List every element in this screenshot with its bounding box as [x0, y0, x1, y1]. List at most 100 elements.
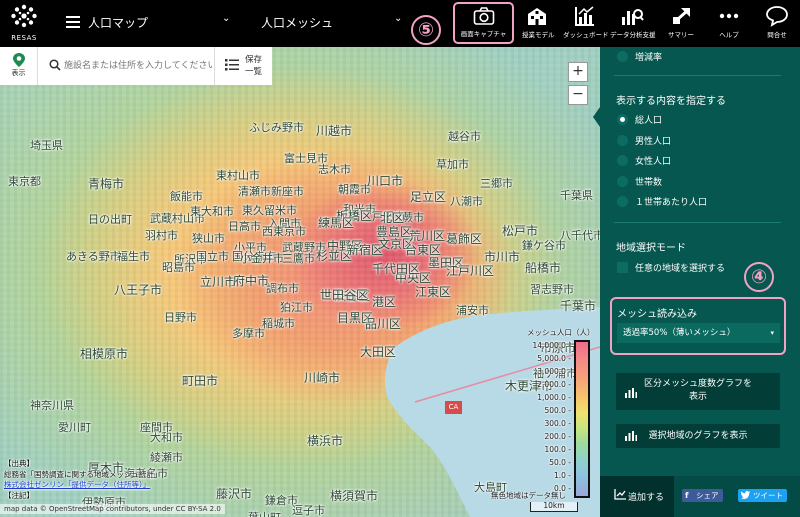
tool-label: ダッシュボード: [563, 31, 609, 39]
map-label: 福生市: [117, 250, 150, 263]
map-label: 世田谷区: [320, 288, 369, 302]
population-mesh-map[interactable]: 飯能市 入間市 狭山市 日高市 所沢市 ふじみ野市 川越市 富士見市 志木市 新…: [0, 47, 600, 517]
annotation-number-4: ④: [744, 262, 774, 292]
map-label: 千代田区: [372, 262, 421, 276]
source-census: 総務省「国勢調査に関する地域メッシュ統計」: [4, 469, 162, 479]
map-label: 日の出町: [88, 213, 132, 226]
mesh-load-title: メッシュ読み込み: [617, 309, 697, 320]
map-label: 千葉市: [560, 299, 597, 313]
legend-value: 2,000.0 -: [537, 380, 571, 389]
map-label: 国立市: [196, 250, 229, 263]
map-label: 羽村市: [145, 229, 178, 242]
twitter-tweet-button[interactable]: ツイート: [738, 489, 787, 502]
tokyo-bay-water: [384, 307, 600, 517]
camera-icon: [473, 7, 494, 25]
facebook-icon: f: [685, 491, 689, 500]
show-location-button[interactable]: 表示: [0, 47, 38, 85]
radio-label: 総人口: [635, 116, 663, 126]
chevron-down-icon[interactable]: ⌄: [394, 13, 402, 24]
chevron-down-icon: ▾: [770, 329, 774, 337]
checkbox-box: [617, 262, 628, 273]
radio-dot: [617, 135, 628, 146]
tool-screen-capture[interactable]: 画面キャプチャ: [453, 2, 514, 44]
chat-bubble-icon: [766, 6, 788, 27]
logo-text: RESAS: [11, 34, 37, 42]
map-label: 埼玉県: [30, 139, 63, 152]
map-control-bar: 表示 保存 一覧: [0, 47, 272, 85]
show-frequency-graph-button[interactable]: 区分メッシュ度数グラフを 表示: [616, 373, 780, 410]
map-label: 日野市: [164, 311, 197, 324]
resas-logo[interactable]: RESAS: [8, 3, 40, 43]
tool-label: 授業モデル: [522, 31, 555, 39]
map-label: 座間市: [140, 421, 173, 434]
map-label: 町田市: [182, 374, 219, 388]
tool-label: サマリー: [668, 31, 694, 39]
map-label: 府中市: [233, 274, 270, 288]
legend-value: 1.0 -: [553, 471, 571, 480]
chevron-down-icon[interactable]: ⌄: [222, 13, 230, 24]
save-label-line2: 一覧: [245, 67, 263, 77]
map-label: あきる野市: [66, 250, 121, 263]
legend-value: 50.0 -: [549, 458, 571, 467]
map-label: 日高市: [228, 220, 261, 233]
map-label: 愛川町: [58, 421, 91, 434]
display-content-heading: 表示する内容を指定する: [616, 96, 726, 107]
map-label: 葉山町: [248, 509, 281, 517]
map-label: 飯能市: [170, 190, 203, 203]
checkbox-label: 任意の地域を選択する: [635, 264, 726, 274]
tool-help[interactable]: ヘルプ: [714, 3, 744, 45]
add-graph-button[interactable]: 追加する: [600, 476, 674, 517]
road-shield-badge: CA: [445, 401, 462, 414]
map-label: 志木市: [318, 163, 351, 176]
map-label: 青梅市: [88, 177, 125, 191]
data-source-notes: 【出典】 総務省「国勢調査に関する地域メッシュ統計」 株式会社ゼンリン「提供デー…: [4, 459, 162, 501]
radio-label: 増減率: [635, 53, 663, 63]
map-label: 船橋市: [525, 261, 562, 275]
zoom-in-button[interactable]: +: [568, 62, 588, 82]
logo-mark-icon: [11, 4, 37, 28]
zoom-out-button[interactable]: −: [568, 85, 588, 105]
save-list-button[interactable]: 保存 一覧: [215, 47, 272, 85]
map-label: 三郷市: [480, 177, 513, 190]
map-label: 立川市: [200, 275, 237, 289]
search-box[interactable]: [38, 47, 215, 85]
menu-secondary[interactable]: 人口メッシュ: [261, 14, 333, 31]
tool-data-analysis[interactable]: データ分析支援: [610, 3, 656, 45]
map-label: 千葉県: [560, 189, 593, 202]
tool-label: データ分析支援: [610, 31, 656, 39]
map-label: 草加市: [436, 158, 469, 171]
search-input[interactable]: [64, 56, 212, 76]
tool-dashboard[interactable]: ダッシュボード: [563, 3, 609, 45]
tool-lesson-model[interactable]: 授業モデル: [522, 3, 555, 45]
tool-contact[interactable]: 問合せ: [762, 3, 792, 45]
map-label: 大田区: [360, 345, 397, 359]
summary-icon: [673, 8, 690, 24]
map-label: 八千代市: [560, 229, 600, 242]
facebook-share-button[interactable]: f シェア: [682, 489, 723, 502]
map-label: 東大和市: [190, 205, 234, 218]
legend-title: メッシュ人口（人）: [527, 328, 595, 337]
map-scale-bar: 10km: [530, 502, 578, 512]
map-label: 逗子市: [292, 504, 325, 517]
source-zenrin-link[interactable]: 株式会社ゼンリン「提供データ（住所等）」: [4, 480, 162, 491]
legend-value: 200.0 -: [544, 432, 571, 441]
radio-label: 世帯数: [635, 178, 663, 188]
radio-dot: [617, 196, 628, 207]
map-attribution[interactable]: map data © OpenStreetMap contributors, u…: [0, 504, 225, 514]
menu-primary[interactable]: 人口マップ: [88, 14, 148, 31]
show-region-graph-button[interactable]: 選択地域のグラフを表示: [616, 424, 780, 448]
radio-label: １世帯あたり人口: [635, 198, 708, 208]
map-label: 浦安市: [456, 304, 489, 317]
panel-collapse-handle[interactable]: [593, 107, 600, 127]
tool-label: 画面キャプチャ: [460, 30, 507, 38]
hamburger-menu-icon[interactable]: [66, 16, 80, 28]
tool-summary[interactable]: サマリー: [664, 3, 698, 45]
button-label: 選択地域のグラフを表示: [648, 431, 748, 441]
map-label: 調布市: [266, 282, 299, 295]
mesh-opacity-select[interactable]: 透過率50%（薄いメッシュ） ▾: [617, 323, 780, 343]
save-label-line1: 保存: [245, 55, 263, 65]
map-label: 川口市: [367, 174, 404, 188]
radio-dot-selected: [617, 114, 628, 125]
map-label: 横須賀市: [330, 489, 379, 503]
twitter-bird-icon: [741, 491, 750, 499]
